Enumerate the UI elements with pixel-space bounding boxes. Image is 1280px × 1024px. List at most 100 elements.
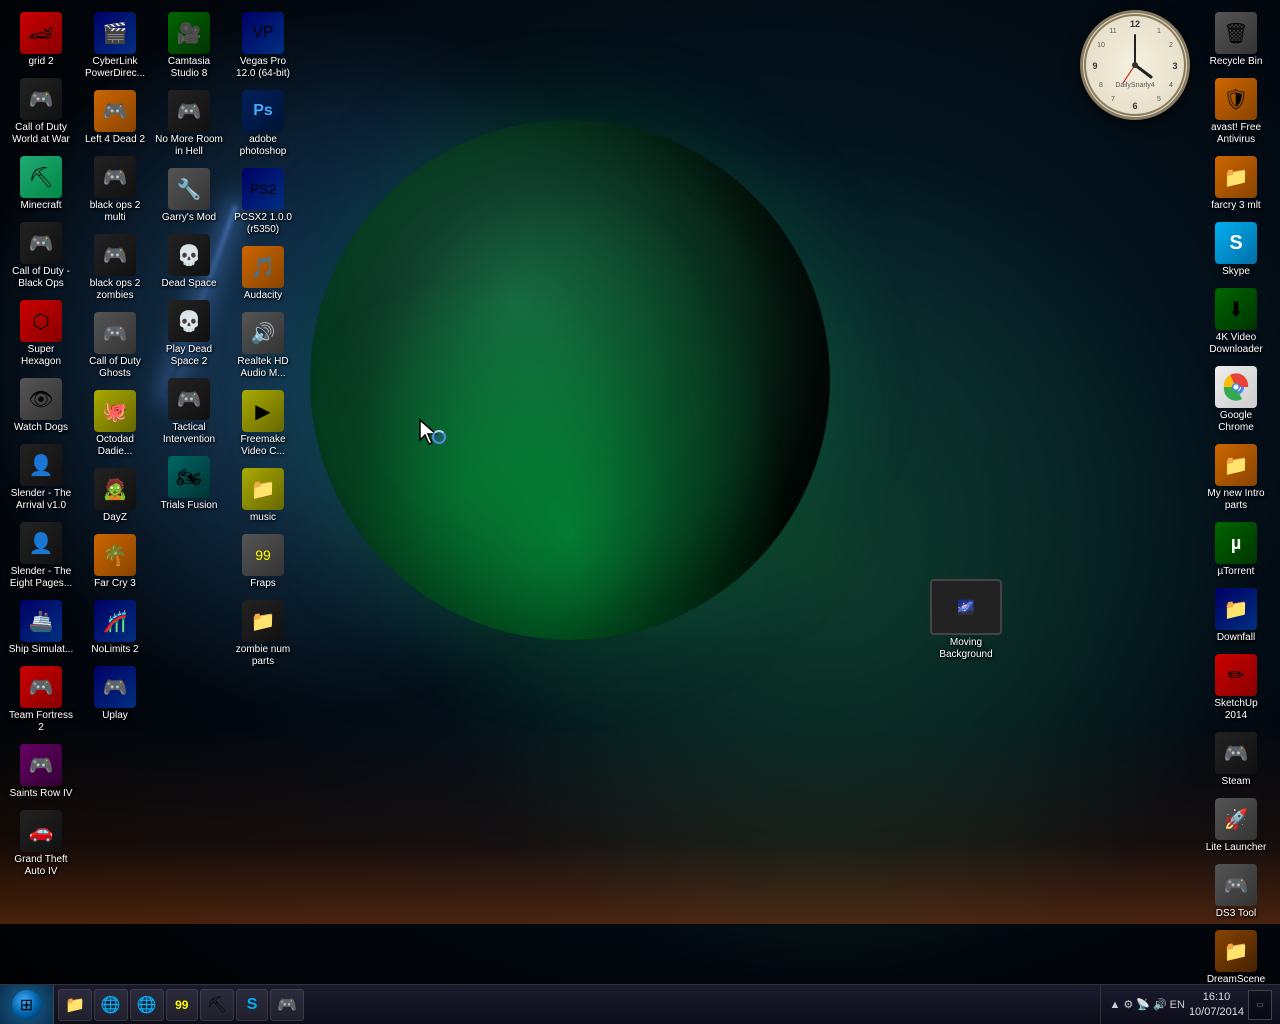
icon-sketchup[interactable]: ✏ SketchUp 2014	[1200, 650, 1272, 726]
icon-ds3tool[interactable]: 🎮 DS3 Tool	[1200, 860, 1272, 924]
icon-realtek[interactable]: 🔊 Realtek HD Audio M...	[227, 308, 299, 384]
icon-label-lite-launcher: Lite Launcher	[1206, 842, 1267, 854]
icon-cyberlink[interactable]: 🎬 CyberLink PowerDirec...	[79, 8, 151, 84]
icon-nolimits[interactable]: 🎢 NoLimits 2	[79, 596, 151, 660]
taskbar-counter[interactable]: 99	[166, 989, 198, 1021]
icon-tactical[interactable]: 🎮 Tactical Intervention	[153, 374, 225, 450]
icon-tf2[interactable]: 🎮 Team Fortress 2	[5, 662, 77, 738]
icon-img-cod-ghosts: 🎮	[94, 312, 136, 354]
icon-dayz[interactable]: 🧟 DayZ	[79, 464, 151, 528]
icon-label-left4dead2: Left 4 Dead 2	[85, 134, 145, 146]
icon-img-cyberlink: 🎬	[94, 12, 136, 54]
taskbar-chrome[interactable]: 🌐	[130, 989, 164, 1021]
desktop: 12 3 6 9 1 2 4 5 7 8 10 11	[0, 0, 1280, 1024]
skype-tb-icon: S	[247, 996, 258, 1014]
taskbar-explorer[interactable]: 📁	[58, 989, 92, 1021]
icon-label-music: music	[250, 512, 276, 524]
icon-img-bo2-zombies: 🎮	[94, 234, 136, 276]
icon-label-bo2-multi: black ops 2 multi	[81, 200, 149, 224]
icon-label-minecraft: Minecraft	[20, 200, 61, 212]
icon-audacity[interactable]: 🎵 Audacity	[227, 242, 299, 306]
icon-watch-dogs[interactable]: 👁 Watch Dogs	[5, 374, 77, 438]
systray-icon-5: EN	[1170, 999, 1185, 1011]
icon-img-cod-bo: 🎮	[20, 222, 62, 264]
show-desktop-button[interactable]: ▭	[1248, 990, 1272, 1020]
icon-lite-launcher[interactable]: 🚀 Lite Launcher	[1200, 794, 1272, 858]
icon-freemake[interactable]: ▶ Freemake Video C...	[227, 386, 299, 462]
svg-text:11: 11	[1109, 28, 1116, 35]
icon-my-intro[interactable]: 📁 My new Intro parts	[1200, 440, 1272, 516]
icon-img-play-dead-space2: 💀	[168, 300, 210, 342]
icon-label-ds3tool: DS3 Tool	[1216, 908, 1256, 920]
start-orb: ⊞	[12, 990, 42, 1020]
icon-avast[interactable]: 🛡 avast! Free Antivirus	[1200, 74, 1272, 150]
svg-text:9: 9	[1092, 61, 1097, 71]
icon-super-hex[interactable]: ⬡ Super Hexagon	[5, 296, 77, 372]
icon-label-downfall: Downfall	[1217, 632, 1255, 644]
icon-label-octodad: Octodad Dadie...	[81, 434, 149, 458]
icon-recycle-bin[interactable]: 🗑 Recycle Bin	[1200, 8, 1272, 72]
icon-img-dayz: 🧟	[94, 468, 136, 510]
taskbar-skype[interactable]: S	[236, 989, 268, 1021]
icon-adobe-ps[interactable]: Ps adobe photoshop	[227, 86, 299, 162]
icon-dead-space[interactable]: 💀 Dead Space	[153, 230, 225, 294]
icon-label-garrysmod: Garry's Mod	[162, 212, 216, 224]
icon-img-tf2: 🎮	[20, 666, 62, 708]
icon-fraps[interactable]: 99 Fraps	[227, 530, 299, 594]
icon-garrysmod[interactable]: 🔧 Garry's Mod	[153, 164, 225, 228]
icon-saints[interactable]: 🎮 Saints Row IV	[5, 740, 77, 804]
icon-label-fraps: Fraps	[250, 578, 276, 590]
icon-label-slender2: Slender - The Eight Pages...	[7, 566, 75, 590]
icon-octodad[interactable]: 🐙 Octodad Dadie...	[79, 386, 151, 462]
icon-cod-wow[interactable]: 🎮 Call of Duty World at War	[5, 74, 77, 150]
icon-steam[interactable]: 🎮 Steam	[1200, 728, 1272, 792]
icon-cod-bo[interactable]: 🎮 Call of Duty - Black Ops	[5, 218, 77, 294]
start-button[interactable]: ⊞	[0, 985, 54, 1024]
icon-downfall[interactable]: 📁 Downfall	[1200, 584, 1272, 648]
icon-trials-fusion[interactable]: 🏍 Trials Fusion	[153, 452, 225, 516]
icon-slender1[interactable]: 👤 Slender - The Arrival v1.0	[5, 440, 77, 516]
icon-nomoreroom[interactable]: 🎮 No More Room in Hell	[153, 86, 225, 162]
icon-pcsx2[interactable]: PS2 PCSX2 1.0.0 (r5350)	[227, 164, 299, 240]
icon-uplay[interactable]: 🎮 Uplay	[79, 662, 151, 726]
icon-label-freemake: Freemake Video C...	[229, 434, 297, 458]
icon-bo2-zombies[interactable]: 🎮 black ops 2 zombies	[79, 230, 151, 306]
icon-vegas-pro[interactable]: VP Vegas Pro 12.0 (64-bit)	[227, 8, 299, 84]
icon-utorrent[interactable]: µ µTorrent	[1200, 518, 1272, 582]
icon-img-watch-dogs: 👁	[20, 378, 62, 420]
icon-img-dreamscene: 📁	[1215, 930, 1257, 972]
icon-play-dead-space2[interactable]: 💀 Play Dead Space 2	[153, 296, 225, 372]
icon-grid2[interactable]: 🏎 grid 2	[5, 8, 77, 72]
icon-zombie-num[interactable]: 📁 zombie num parts	[227, 596, 299, 672]
icon-skype[interactable]: S Skype	[1200, 218, 1272, 282]
icon-farcry3mlt[interactable]: 📁 farcry 3 mlt	[1200, 152, 1272, 216]
taskbar-steam[interactable]: 🎮	[270, 989, 304, 1021]
icon-farcry3[interactable]: 🌴 Far Cry 3	[79, 530, 151, 594]
icon-4kvideo[interactable]: ⬇ 4K Video Downloader	[1200, 284, 1272, 360]
icon-gta4[interactable]: 🚗 Grand Theft Auto IV	[5, 806, 77, 882]
icon-label-trials-fusion: Trials Fusion	[161, 500, 218, 512]
icon-cod-ghosts[interactable]: 🎮 Call of Duty Ghosts	[79, 308, 151, 384]
icon-slender2[interactable]: 👤 Slender - The Eight Pages...	[5, 518, 77, 594]
icon-moving-bg[interactable]: 🌌 Moving Background	[930, 575, 1002, 665]
icon-label-4kvideo: 4K Video Downloader	[1202, 332, 1270, 356]
icon-left4dead2[interactable]: 🎮 Left 4 Dead 2	[79, 86, 151, 150]
icon-ship-sim[interactable]: 🚢 Ship Simulat...	[5, 596, 77, 660]
clock-time: 16:10	[1203, 990, 1231, 1004]
svg-text:10: 10	[1097, 42, 1105, 49]
icon-minecraft[interactable]: ⛏ Minecraft	[5, 152, 77, 216]
icon-column-4: VP Vegas Pro 12.0 (64-bit) Ps adobe phot…	[227, 8, 299, 672]
taskbar-minecraft[interactable]: ⛏	[200, 989, 234, 1021]
minecraft-tb-icon: ⛏	[207, 995, 227, 1015]
clock-svg: 12 3 6 9 1 2 4 5 7 8 10 11	[1083, 13, 1187, 117]
icon-bo2-multi[interactable]: 🎮 black ops 2 multi	[79, 152, 151, 228]
taskbar-ie[interactable]: 🌐	[94, 989, 128, 1021]
icon-img-adobe-ps: Ps	[242, 90, 284, 132]
icon-label-vegas-pro: Vegas Pro 12.0 (64-bit)	[229, 56, 297, 80]
icon-music[interactable]: 📁 music	[227, 464, 299, 528]
icon-label-my-intro: My new Intro parts	[1202, 488, 1270, 512]
icon-chrome[interactable]: Google Chrome	[1200, 362, 1272, 438]
system-clock[interactable]: 16:10 10/07/2014	[1189, 990, 1244, 1019]
icon-img-camtasia: 🎥	[168, 12, 210, 54]
icon-camtasia[interactable]: 🎥 Camtasia Studio 8	[153, 8, 225, 84]
